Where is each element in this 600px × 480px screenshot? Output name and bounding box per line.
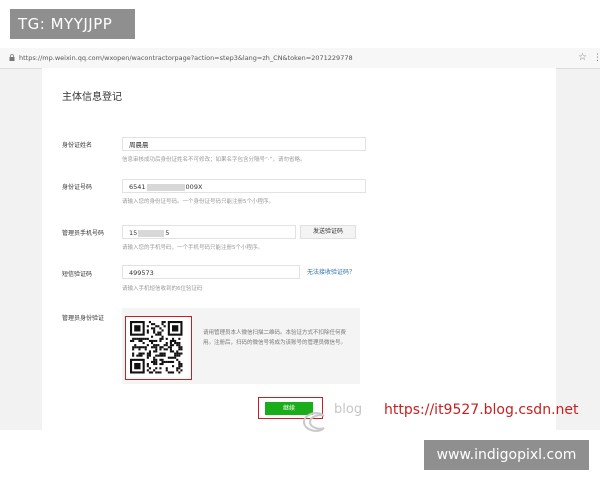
top-left-badge: TG: MYYJJPP xyxy=(10,9,135,39)
bottom-right-badge: www.indigopixl.com xyxy=(424,440,589,470)
id-name-input[interactable]: 周晨晨 xyxy=(122,137,366,151)
id-number-label: 身份证号码 xyxy=(62,184,93,191)
id-number-prefix: 6541 xyxy=(129,183,146,191)
phone-label: 管理员手机号码 xyxy=(62,230,105,237)
redaction-blur xyxy=(138,229,165,237)
qr-code xyxy=(125,316,192,380)
csdn-watermark-icon xyxy=(302,412,325,432)
more-vertical-icon[interactable]: ⋮ xyxy=(593,51,600,65)
qr-code-image xyxy=(130,321,183,374)
send-code-button[interactable]: 发送验证码 xyxy=(300,225,356,239)
cannot-receive-code-link[interactable]: 无法接收验证码？ xyxy=(307,267,355,276)
watermark-faint: blog xyxy=(334,402,363,417)
qr-panel: 请用管理员本人微信扫描二维码。本验证方式不扣除任何费用。注册后，扫码的微信号将成… xyxy=(122,308,360,384)
lock-icon xyxy=(9,54,15,61)
redaction-blur xyxy=(146,183,185,191)
top-band: TG: MYYJJPP xyxy=(0,0,600,48)
phone-hint: 请输入您的手机号码，一个手机号码只能注册5个小程序。 xyxy=(122,245,264,251)
id-number-input[interactable]: 6541 009X xyxy=(122,179,366,193)
id-name-hint: 信息审核成功后身份证姓名不可修改；如果名字包含分隔号“·”，请勿省略。 xyxy=(122,157,306,163)
page-title: 主体信息登记 xyxy=(62,92,122,103)
qr-instructions: 请用管理员本人微信扫描二维码。本验证方式不扣除任何费用。注册后，扫码的微信号将成… xyxy=(203,330,347,346)
phone-suffix: 5 xyxy=(165,229,170,237)
phone-input[interactable]: 15 5 xyxy=(122,225,296,239)
browser-window: https://mp.weixin.qq.com/wxopen/wacontra… xyxy=(0,48,600,430)
registration-card: 主体信息登记 身份证姓名 周晨晨 信息审核成功后身份证姓名不可修改；如果名字包含… xyxy=(42,68,556,430)
star-icon[interactable]: ☆ xyxy=(578,51,587,65)
url-text[interactable]: https://mp.weixin.qq.com/wxopen/wacontra… xyxy=(19,51,353,65)
phone-prefix: 15 xyxy=(129,229,138,237)
sms-code-input[interactable]: 499573 xyxy=(122,265,300,279)
admin-verify-label: 管理员身份验证 xyxy=(62,315,105,322)
id-number-suffix: 009X xyxy=(185,183,203,191)
watermark-url: https://it9527.blog.csdn.net xyxy=(384,402,579,418)
id-number-hint: 请输入您的身份证号码。一个身份证号码只能注册5个小程序。 xyxy=(122,199,275,205)
id-name-label: 身份证姓名 xyxy=(62,142,93,149)
address-bar[interactable]: https://mp.weixin.qq.com/wxopen/wacontra… xyxy=(0,48,600,69)
sms-code-hint: 请输入手机短信收到的6位验证码 xyxy=(122,286,203,292)
sms-code-label: 短信验证码 xyxy=(62,271,93,278)
